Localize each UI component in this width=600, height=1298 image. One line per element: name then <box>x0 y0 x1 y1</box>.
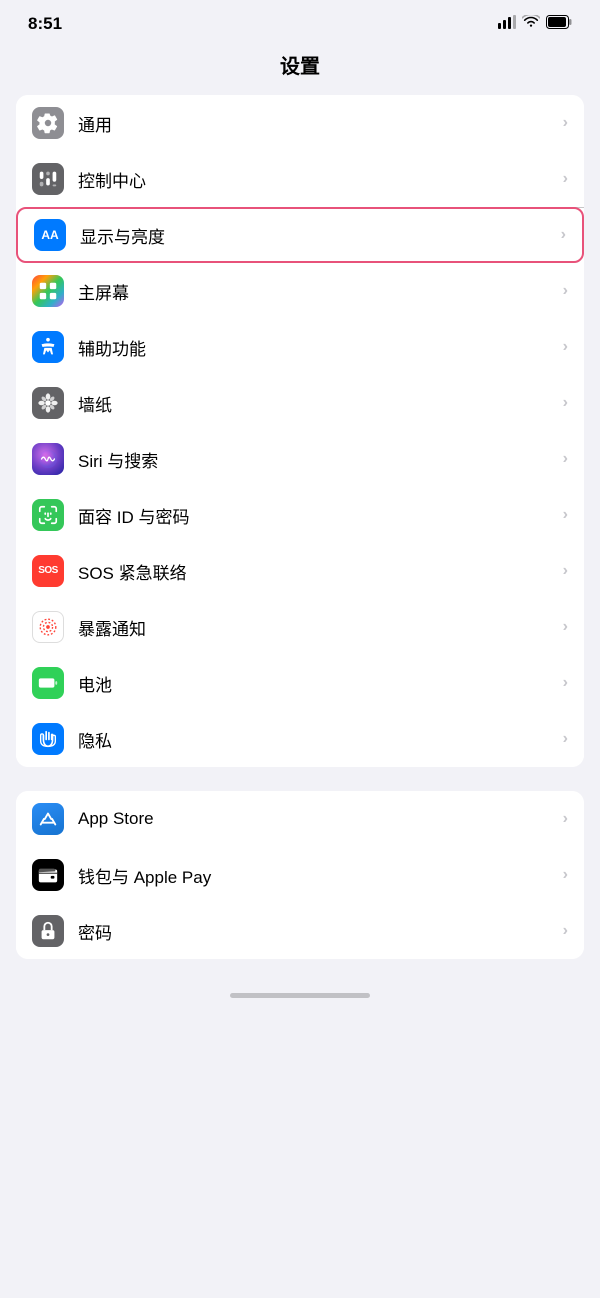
exposure-label: 暴露通知 <box>78 615 563 640</box>
chevron-icon: › <box>563 866 568 884</box>
home-indicator <box>230 993 370 998</box>
sos-icon: SOS <box>32 555 64 587</box>
chevron-icon: › <box>563 394 568 412</box>
settings-item-general[interactable]: 通用 › <box>16 95 584 151</box>
siri-icon <box>32 443 64 475</box>
home-screen-label: 主屏幕 <box>78 279 563 304</box>
chevron-icon: › <box>563 170 568 188</box>
appstore-icon <box>32 803 64 835</box>
wallpaper-label: 墙纸 <box>78 391 563 416</box>
settings-item-control-center[interactable]: 控制中心 › <box>16 151 584 207</box>
chevron-icon: › <box>563 922 568 940</box>
status-time: 8:51 <box>28 14 62 34</box>
chevron-icon: › <box>563 674 568 692</box>
wifi-icon <box>522 15 540 34</box>
grid-icon <box>32 275 64 307</box>
accessibility-label: 辅助功能 <box>78 335 563 360</box>
gear-icon <box>32 107 64 139</box>
display-label: 显示与亮度 <box>80 223 561 248</box>
battery-item-icon <box>32 667 64 699</box>
status-icons <box>498 15 572 34</box>
wallet-icon <box>32 859 64 891</box>
settings-section-apps: App Store › 钱包与 Apple Pay › 密码 › <box>16 791 584 959</box>
settings-item-wallet[interactable]: 钱包与 Apple Pay › <box>16 847 584 903</box>
flower-icon <box>32 387 64 419</box>
battery-label: 电池 <box>78 671 563 696</box>
chevron-icon: › <box>563 506 568 524</box>
settings-item-battery[interactable]: 电池 › <box>16 655 584 711</box>
chevron-icon: › <box>563 450 568 468</box>
signal-icon <box>498 15 516 34</box>
chevron-icon: › <box>563 114 568 132</box>
password-icon <box>32 915 64 947</box>
settings-item-privacy[interactable]: 隐私 › <box>16 711 584 767</box>
chevron-icon: › <box>563 562 568 580</box>
settings-item-display[interactable]: AA 显示与亮度 › <box>16 207 584 263</box>
aa-icon: AA <box>34 219 66 251</box>
settings-item-wallpaper[interactable]: 墙纸 › <box>16 375 584 431</box>
settings-item-faceid[interactable]: 面容 ID 与密码 › <box>16 487 584 543</box>
hand-icon <box>32 723 64 755</box>
wallet-label: 钱包与 Apple Pay <box>78 863 563 888</box>
settings-item-home-screen[interactable]: 主屏幕 › <box>16 263 584 319</box>
sos-label: SOS 紧急联络 <box>78 559 563 584</box>
faceid-label: 面容 ID 与密码 <box>78 503 563 528</box>
settings-item-sos[interactable]: SOS SOS 紧急联络 › <box>16 543 584 599</box>
control-center-label: 控制中心 <box>78 167 563 192</box>
accessibility-icon <box>32 331 64 363</box>
passwords-label: 密码 <box>78 919 563 944</box>
settings-item-exposure[interactable]: 暴露通知 › <box>16 599 584 655</box>
settings-item-accessibility[interactable]: 辅助功能 › <box>16 319 584 375</box>
settings-item-appstore[interactable]: App Store › <box>16 791 584 847</box>
settings-item-passwords[interactable]: 密码 › <box>16 903 584 959</box>
faceid-icon <box>32 499 64 531</box>
battery-icon <box>546 15 572 34</box>
appstore-label: App Store <box>78 809 563 829</box>
page-title: 设置 <box>0 42 600 95</box>
home-indicator-area <box>0 983 600 1018</box>
chevron-icon: › <box>563 618 568 636</box>
chevron-icon: › <box>563 810 568 828</box>
siri-label: Siri 与搜索 <box>78 447 563 472</box>
exposure-icon <box>32 611 64 643</box>
privacy-label: 隐私 <box>78 727 563 752</box>
settings-section-general: 通用 › 控制中心 › AA 显示与亮度 › <box>16 95 584 767</box>
settings-item-siri[interactable]: Siri 与搜索 › <box>16 431 584 487</box>
chevron-icon: › <box>563 338 568 356</box>
chevron-icon: › <box>563 730 568 748</box>
chevron-icon: › <box>563 282 568 300</box>
chevron-icon: › <box>561 226 566 244</box>
general-label: 通用 <box>78 111 563 136</box>
switches-icon <box>32 163 64 195</box>
status-bar: 8:51 <box>0 0 600 42</box>
